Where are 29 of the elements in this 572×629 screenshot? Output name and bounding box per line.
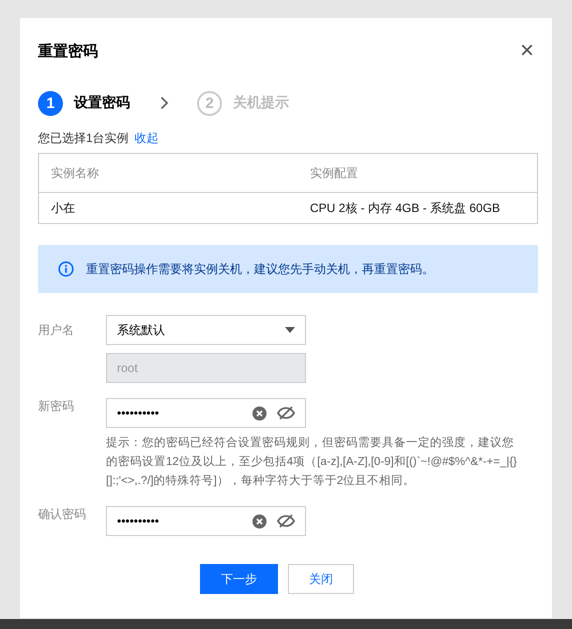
- hidden-eye-icon[interactable]: [277, 514, 295, 528]
- table-cell: 小在: [38, 192, 298, 224]
- dialog-title: 重置密码: [38, 42, 98, 60]
- next-button[interactable]: 下一步: [200, 564, 278, 594]
- clear-icon[interactable]: [252, 514, 267, 528]
- step-label: 关机提示: [233, 94, 289, 112]
- username-select[interactable]: 系统默认: [106, 315, 306, 345]
- step-number: 1: [38, 90, 63, 116]
- info-icon: [58, 261, 74, 277]
- column-header: 实例配置: [298, 154, 538, 192]
- password-hint: 提示：您的密码已经符合设置密码规则，但密码需要具备一定的强度，建议您的密码设置12位及以上，至少包括4项（[a-z],[A-Z],[0-9]和[()`~!@#$%^&*-+=_|{}[]:;'<>,.?/]的特殊符号]），每种字符大于等于2位且不相同。: [106, 435, 518, 489]
- step-label: 设置密码: [74, 94, 130, 112]
- close-dialog-button[interactable]: 关闭: [288, 564, 354, 594]
- hidden-eye-icon[interactable]: [277, 406, 295, 420]
- selection-text: 您已选择1台实例: [38, 130, 129, 147]
- dropdown-caret-icon: [285, 327, 295, 333]
- column-header: 实例名称: [38, 154, 298, 192]
- password-field[interactable]: ••••••••••: [106, 398, 306, 428]
- clear-icon[interactable]: [252, 406, 267, 420]
- field-label: 确认密码: [38, 506, 87, 523]
- close-button[interactable]: ×: [520, 40, 534, 62]
- field-label: 用户名: [38, 322, 75, 339]
- step-number: 2: [197, 90, 222, 116]
- collapse-link[interactable]: 收起: [134, 130, 159, 147]
- notice-text: 重置密码操作需要将实例关机，建议您先手动关机，再重置密码。: [86, 260, 434, 278]
- confirm-password-field[interactable]: ••••••••••: [106, 506, 306, 536]
- field-label: 新密码: [38, 398, 75, 415]
- chevron-right-icon: [160, 96, 169, 110]
- table-cell: CPU 2核 - 内存 4GB - 系统盘 60GB: [298, 192, 538, 224]
